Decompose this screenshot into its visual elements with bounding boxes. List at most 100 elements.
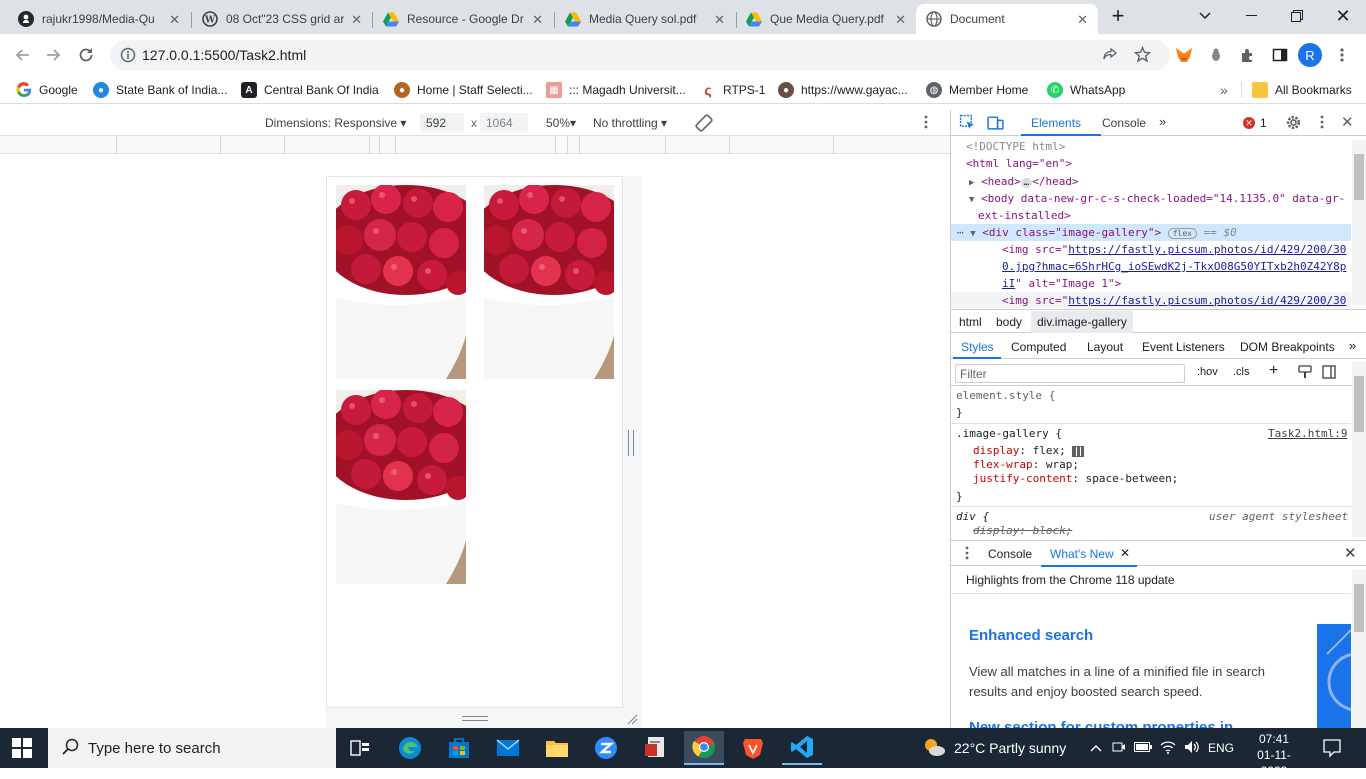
url-text[interactable]: 127.0.0.1:5500/Task2.html — [142, 47, 306, 63]
side-panel-icon[interactable] — [1268, 43, 1292, 67]
width-input[interactable]: 592 — [420, 113, 464, 132]
new-rule-icon[interactable]: + — [1269, 362, 1278, 380]
styles-scrollbar[interactable] — [1352, 362, 1366, 537]
tab-layout[interactable]: Layout — [1087, 340, 1123, 354]
language-indicator[interactable]: ENG — [1208, 741, 1234, 755]
close-window-button[interactable]: ✕ — [1320, 0, 1366, 32]
bookmark-magadh[interactable]: ▦::: Magadh Universit... — [546, 82, 686, 98]
tab-elements[interactable]: Elements — [1031, 116, 1081, 130]
filter-input[interactable]: Filter — [955, 364, 1185, 383]
all-bookmarks-button[interactable]: All Bookmarks — [1252, 82, 1352, 98]
drawer-tab-console[interactable]: Console — [988, 547, 1032, 561]
device-options-icon[interactable] — [924, 115, 928, 132]
resize-handle-bottom[interactable] — [326, 708, 642, 728]
doctype-node[interactable]: <!DOCTYPE html> — [966, 138, 1065, 155]
close-icon[interactable]: ✕ — [351, 12, 362, 28]
customize-menu-icon[interactable] — [1320, 115, 1324, 132]
image-gallery-selector[interactable]: .image-gallery { — [956, 425, 1062, 442]
metamask-icon[interactable] — [1172, 43, 1196, 67]
address-bar[interactable]: 127.0.0.1:5500/Task2.html — [110, 40, 1170, 70]
bookmark-central-bank[interactable]: A Central Bank Of India — [241, 82, 379, 98]
inspect-element-icon[interactable] — [959, 114, 976, 134]
battery-icon[interactable] — [1134, 741, 1152, 755]
css-declaration[interactable]: justify-content: space-between; — [973, 470, 1178, 487]
close-icon[interactable]: ✕ — [532, 12, 543, 28]
selected-div-node[interactable]: ⋯ ▼ <div class="image-gallery"> flex == … — [951, 224, 1351, 241]
tab-document[interactable]: Document ✕ — [916, 4, 1098, 34]
tab-css-grid[interactable]: W 08 Oct"23 CSS grid ar ✕ — [192, 4, 372, 34]
back-arrow-icon[interactable] — [10, 43, 34, 67]
share-icon[interactable] — [1102, 47, 1118, 66]
vscode-icon[interactable] — [782, 731, 822, 765]
tab-media-query-sol[interactable]: Media Query sol.pdf ✕ — [555, 4, 735, 34]
zoom-select[interactable]: 50%▾ — [546, 116, 576, 130]
tab-computed[interactable]: Computed — [1011, 340, 1066, 354]
whats-new-next-heading[interactable]: New section for custom properties in — [969, 718, 1233, 728]
meet-now-icon[interactable] — [1112, 740, 1126, 757]
new-tab-button[interactable]: + — [1100, 0, 1136, 32]
chevron-up-icon[interactable] — [1090, 741, 1102, 755]
height-input[interactable]: 1064 — [480, 113, 528, 132]
more-tabs-icon[interactable]: » — [1349, 338, 1356, 353]
img2-src-link[interactable]: https://fastly.picsum.photos/id/429/200/… — [1068, 294, 1346, 307]
tab-github[interactable]: rajukr1998/Media-Qu ✕ — [8, 4, 190, 34]
more-tabs-icon[interactable]: » — [1159, 114, 1166, 129]
reload-icon[interactable] — [74, 43, 98, 67]
tab-que-media-query[interactable]: Que Media Query.pdf ✕ — [736, 4, 916, 34]
breadcrumb-body[interactable]: body — [996, 315, 1022, 329]
taskbar-search[interactable]: Type here to search — [48, 728, 336, 768]
settings-gear-icon[interactable] — [1285, 114, 1302, 134]
close-drawer-icon[interactable]: ✕ — [1344, 544, 1357, 562]
microsoft-store-icon[interactable] — [439, 731, 479, 765]
star-icon[interactable] — [1133, 45, 1152, 66]
windows-start-icon[interactable] — [12, 738, 32, 761]
device-toggle-icon[interactable] — [987, 114, 1004, 134]
img1-src-link-end[interactable]: iI — [1002, 277, 1015, 290]
cls-toggle[interactable]: .cls — [1233, 366, 1250, 378]
tab-dom-breakpoints[interactable]: DOM Breakpoints — [1240, 340, 1335, 354]
close-icon[interactable]: ✕ — [169, 12, 180, 28]
volume-icon[interactable] — [1184, 740, 1200, 757]
flexbox-editor-icon[interactable] — [1072, 445, 1085, 457]
file-explorer-icon[interactable] — [537, 731, 577, 765]
img2-node[interactable]: <img src="https://fastly.picsum.photos/i… — [951, 292, 1351, 308]
tab-resource-drive[interactable]: Resource - Google Dr ✕ — [373, 4, 553, 34]
element-style-rule[interactable]: element.style { — [956, 387, 1055, 404]
img1-node[interactable]: <img src="https://fastly.picsum.photos/i… — [1002, 241, 1346, 258]
close-devtools-icon[interactable]: ✕ — [1341, 113, 1354, 131]
breadcrumb-div[interactable]: div.image-gallery — [1031, 311, 1133, 333]
error-counter[interactable]: ✕ 1 — [1243, 116, 1267, 130]
tab-styles[interactable]: Styles — [961, 340, 994, 354]
zoom-app-icon[interactable] — [586, 731, 626, 765]
bookmark-gaya[interactable]: ● https://www.gayac... — [778, 82, 908, 98]
bookmarks-overflow-icon[interactable]: » — [1220, 82, 1228, 98]
img1-src-link-cont[interactable]: 0.jpg?hmac=6ShrHCg_ioSEwdK2j-TkxO08G50YI… — [1002, 260, 1346, 273]
breadcrumb-html[interactable]: html — [959, 315, 982, 329]
bookmark-sbi[interactable]: ● State Bank of India... — [93, 82, 227, 98]
extensions-puzzle-icon[interactable] — [1236, 43, 1260, 67]
whats-new-heading[interactable]: Enhanced search — [969, 627, 1093, 644]
restore-button[interactable] — [1274, 0, 1320, 32]
brave-icon[interactable] — [733, 731, 773, 765]
tab-event-listeners[interactable]: Event Listeners — [1142, 340, 1225, 354]
bookmark-rtps[interactable]: ς RTPS-1 — [700, 82, 765, 98]
hov-toggle[interactable]: :hov — [1197, 366, 1218, 378]
bookmark-member-home[interactable]: ◍ Member Home — [926, 82, 1028, 98]
drawer-tab-whats-new[interactable]: What's New — [1050, 547, 1114, 561]
wifi-icon[interactable] — [1160, 740, 1176, 757]
minimize-button[interactable] — [1228, 0, 1274, 32]
rotate-icon[interactable] — [694, 113, 714, 136]
clock[interactable]: 07:41 01-11-2023 — [1250, 731, 1298, 779]
weather-widget[interactable]: 22°C Partly sunny — [922, 728, 1066, 768]
mail-icon[interactable] — [488, 731, 528, 765]
bookmark-google[interactable]: Google — [16, 82, 78, 98]
flex-badge[interactable]: flex — [1167, 228, 1197, 239]
img1-src-link[interactable]: https://fastly.picsum.photos/id/429/200/… — [1068, 243, 1346, 256]
dom-scrollbar[interactable] — [1352, 140, 1366, 305]
info-icon[interactable] — [120, 47, 136, 66]
close-icon[interactable]: ✕ — [714, 12, 725, 28]
media-query-ruler[interactable] — [0, 136, 950, 154]
tab-search-icon[interactable] — [1182, 0, 1228, 32]
resize-handle-right[interactable] — [623, 176, 642, 708]
color-format-icon[interactable] — [1298, 365, 1312, 382]
